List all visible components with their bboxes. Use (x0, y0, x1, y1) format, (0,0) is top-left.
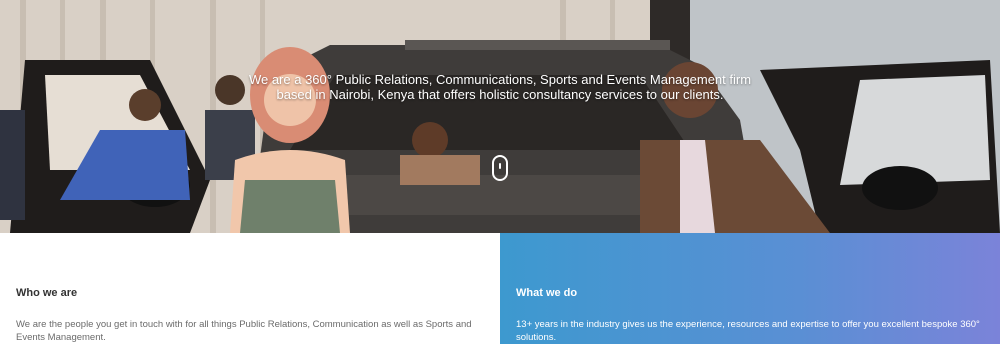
who-we-are-title: Who we are (16, 287, 78, 299)
what-we-do-panel: What we do 13+ years in the industry giv… (500, 233, 1000, 344)
what-we-do-title: What we do (516, 287, 578, 299)
who-we-are-text: We are the people you get in touch with … (16, 319, 472, 343)
scroll-wheel (499, 163, 501, 169)
hero-banner: We are a 360° Public Relations, Communic… (0, 0, 1000, 233)
hero-photo (0, 0, 1000, 233)
hero-tagline: We are a 360° Public Relations, Communic… (200, 72, 800, 102)
what-we-do-text: 13+ years in the industry gives us the e… (516, 319, 980, 343)
scroll-down-mouse-icon[interactable] (492, 155, 508, 181)
hero-tagline-line-2: based in Nairobi, Kenya that offers holi… (276, 87, 724, 102)
who-we-are-panel: Who we are We are the people you get in … (0, 233, 500, 344)
hero-tagline-line-1: We are a 360° Public Relations, Communic… (248, 72, 752, 87)
